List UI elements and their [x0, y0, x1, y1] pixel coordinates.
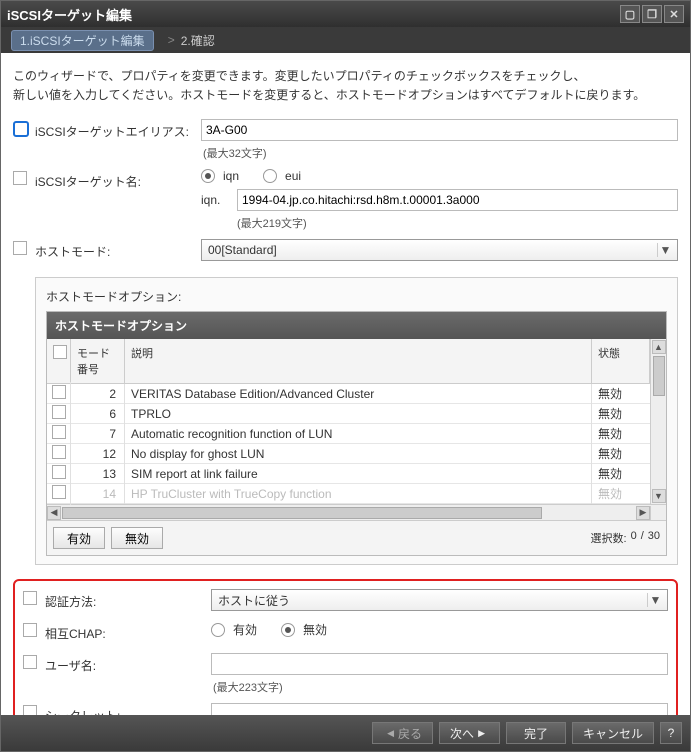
- username-caption: (最大223文字): [211, 675, 668, 695]
- row-checkbox[interactable]: [52, 425, 66, 439]
- breadcrumb-sep: >: [168, 33, 175, 47]
- next-button[interactable]: 次へ▶: [439, 722, 500, 744]
- row-checkbox[interactable]: [52, 445, 66, 459]
- mutualchap-enable-radio[interactable]: [211, 623, 225, 637]
- row-desc: TPRLO: [125, 404, 592, 424]
- scroll-up-icon[interactable]: ▲: [652, 340, 666, 354]
- enable-button[interactable]: 有効: [53, 527, 105, 549]
- authmethod-checkbox[interactable]: [23, 591, 37, 605]
- username-label: ユーザ名:: [45, 653, 211, 674]
- row-desc: HP TruCluster with TrueCopy function: [125, 484, 592, 504]
- row-mode: 7: [71, 424, 125, 444]
- back-button[interactable]: ◀戻る: [372, 722, 433, 744]
- scroll-left-icon[interactable]: ◀: [47, 506, 61, 520]
- col-state[interactable]: 状態: [592, 339, 650, 383]
- scroll-down-icon[interactable]: ▼: [652, 489, 666, 503]
- options-vscrollbar[interactable]: ▲ ▼: [650, 339, 666, 504]
- row-checkbox[interactable]: [52, 385, 66, 399]
- help-button[interactable]: ?: [660, 722, 682, 744]
- scroll-right-icon[interactable]: ▶: [636, 506, 650, 520]
- row-mode: 6: [71, 404, 125, 424]
- secret-input[interactable]: [211, 703, 668, 715]
- breadcrumb-step-2: 2.確認: [181, 32, 215, 49]
- mutualchap-disable-label: 無効: [303, 621, 327, 638]
- row-state: 無効: [592, 482, 650, 505]
- username-checkbox[interactable]: [23, 655, 37, 669]
- hostmode-options-title: ホストモードオプション:: [46, 288, 667, 305]
- authmethod-label: 認証方法:: [45, 589, 211, 610]
- row-desc: SIM report at link failure: [125, 464, 592, 484]
- selection-count: 0: [631, 530, 637, 546]
- window-restore-button[interactable]: ❐: [642, 5, 662, 23]
- row-checkbox[interactable]: [52, 465, 66, 479]
- scroll-thumb[interactable]: [653, 356, 665, 396]
- window-close-button[interactable]: ✕: [664, 5, 684, 23]
- chevron-down-icon: ▼: [647, 593, 663, 607]
- row-mode: 14: [71, 484, 125, 504]
- options-table-title: ホストモードオプション: [47, 312, 666, 339]
- row-mode: 2: [71, 384, 125, 404]
- authmethod-select[interactable]: ホストに従う ▼: [211, 589, 668, 611]
- targetname-caption: (最大219文字): [201, 211, 678, 231]
- radio-eui[interactable]: [263, 169, 277, 183]
- row-desc: Automatic recognition function of LUN: [125, 424, 592, 444]
- alias-input[interactable]: [201, 119, 678, 141]
- alias-label: iSCSIターゲットエイリアス:: [35, 119, 201, 140]
- mutualchap-checkbox[interactable]: [23, 623, 37, 637]
- row-desc: No display for ghost LUN: [125, 444, 592, 464]
- disable-button[interactable]: 無効: [111, 527, 163, 549]
- username-input[interactable]: [211, 653, 668, 675]
- alias-caption: (最大32文字): [201, 141, 678, 161]
- hostmode-checkbox[interactable]: [13, 241, 27, 255]
- mutualchap-label: 相互CHAP:: [45, 621, 211, 642]
- chevron-down-icon: ▼: [657, 243, 673, 257]
- scroll-thumb[interactable]: [62, 507, 542, 519]
- options-selectall-checkbox[interactable]: [53, 345, 67, 359]
- col-mode[interactable]: モード番号: [71, 339, 125, 383]
- options-hscrollbar[interactable]: ◀ ▶: [47, 504, 666, 520]
- row-checkbox[interactable]: [52, 405, 66, 419]
- selection-label: 選択数:: [591, 530, 627, 546]
- mutualchap-disable-radio[interactable]: [281, 623, 295, 637]
- radio-eui-label: eui: [285, 169, 301, 183]
- window-title: iSCSIターゲット編集: [7, 5, 132, 24]
- hostmode-label: ホストモード:: [35, 239, 201, 260]
- alias-checkbox[interactable]: [13, 121, 29, 137]
- selection-total: 30: [648, 530, 660, 546]
- breadcrumb: 1.iSCSIターゲット編集 > 2.確認: [1, 27, 690, 53]
- iqn-prefix: iqn.: [201, 193, 231, 207]
- hostmode-options-panel: ホストモードオプション: ホストモードオプション モード番号 説明 状態: [35, 277, 678, 565]
- row-mode: 12: [71, 444, 125, 464]
- secret-checkbox[interactable]: [23, 705, 37, 715]
- breadcrumb-step-1[interactable]: 1.iSCSIターゲット編集: [11, 30, 154, 51]
- targetname-label: iSCSIターゲット名:: [35, 169, 201, 190]
- auth-highlight-box: 認証方法: ホストに従う ▼ 相互CHAP: 有効 無効: [13, 579, 678, 715]
- finish-button[interactable]: 完了: [506, 722, 566, 744]
- hostmode-value: 00[Standard]: [208, 243, 277, 257]
- targetname-input[interactable]: [237, 189, 678, 211]
- row-checkbox[interactable]: [52, 485, 66, 499]
- radio-iqn-label: iqn: [223, 169, 239, 183]
- secret-label: シークレット:: [45, 703, 211, 715]
- radio-iqn[interactable]: [201, 169, 215, 183]
- targetname-checkbox[interactable]: [13, 171, 27, 185]
- hostmode-select[interactable]: 00[Standard] ▼: [201, 239, 678, 261]
- wizard-description: このウィザードで、プロパティを変更できます。変更したいプロパティのチェックボック…: [13, 67, 678, 105]
- window-dock-button[interactable]: ▢: [620, 5, 640, 23]
- row-mode: 13: [71, 464, 125, 484]
- mutualchap-enable-label: 有効: [233, 621, 257, 638]
- authmethod-value: ホストに従う: [218, 592, 290, 609]
- col-desc[interactable]: 説明: [125, 339, 592, 383]
- cancel-button[interactable]: キャンセル: [572, 722, 654, 744]
- row-desc: VERITAS Database Edition/Advanced Cluste…: [125, 384, 592, 404]
